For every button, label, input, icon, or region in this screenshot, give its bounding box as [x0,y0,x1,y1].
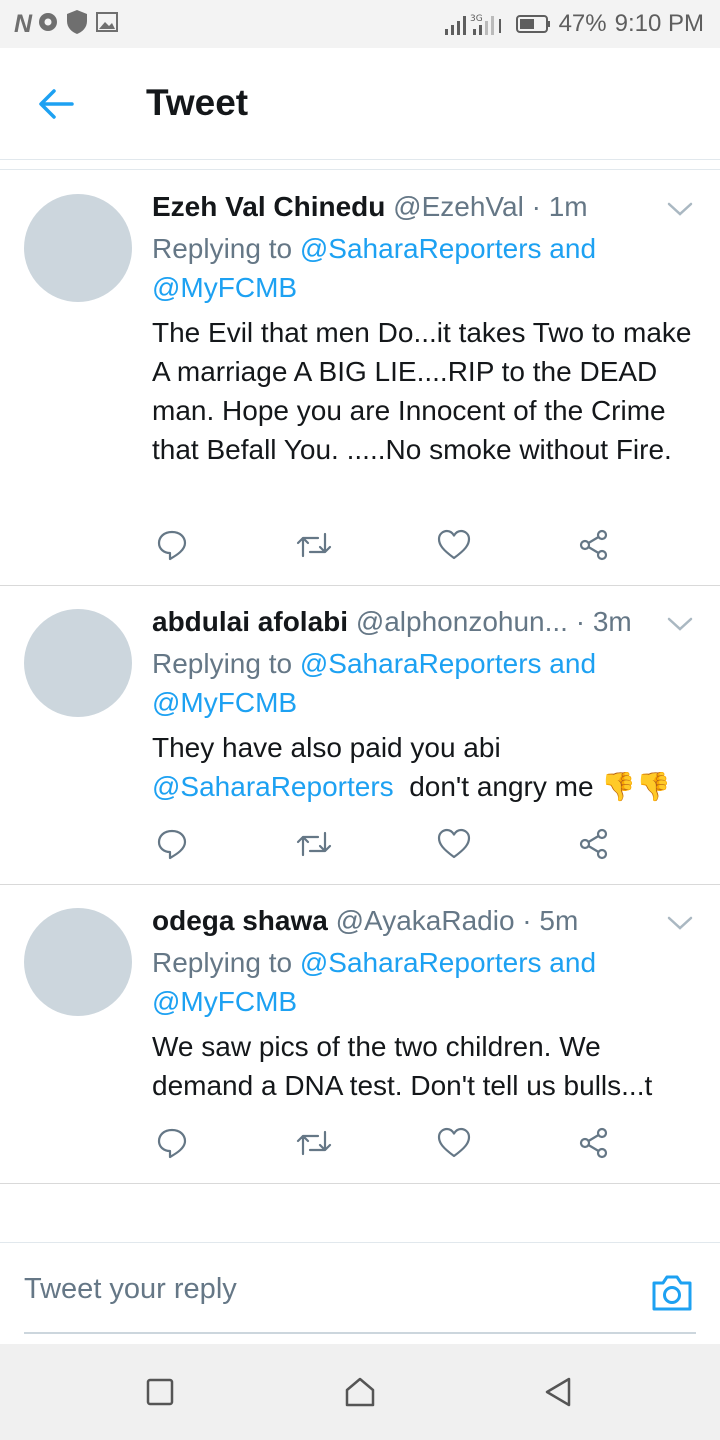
retweet-icon [296,831,332,857]
shield-icon [65,9,89,40]
like-icon [437,529,471,560]
nfc-icon: N [14,9,32,38]
author-handle-time: @EzehVal · 1m [393,191,588,222]
avatar[interactable] [24,908,132,1016]
reply-button[interactable] [152,1123,192,1163]
chevron-down-icon[interactable] [666,913,694,933]
author-handle-time: @alphonzohun... · 3m [355,606,632,637]
reply-icon [157,530,187,561]
chevron-down-icon[interactable] [666,614,694,634]
retweet-icon [296,1130,332,1156]
recents-icon [146,1378,174,1406]
tweet-header: Ezeh Val Chinedu @EzehVal · 1m [152,191,700,223]
reply-input-underline [24,1332,696,1334]
retweet-icon [296,532,332,558]
tweet-actions [152,1123,622,1167]
like-button[interactable] [434,1123,474,1163]
reply-icon [157,1128,187,1159]
app-header: Tweet [0,48,720,160]
back-icon [545,1377,571,1407]
tweet-header: odega shawa @AyakaRadio · 5m [152,905,700,937]
battery-percent: 47% [558,10,607,37]
reply-composer: Tweet your reply [0,1242,720,1344]
chevron-down-icon[interactable] [666,199,694,219]
mention-link[interactable]: @MyFCMB [152,687,297,718]
mention-link[interactable]: @MyFCMB [152,986,297,1017]
mention-link[interactable]: @SaharaReporters [300,947,542,978]
camera-icon [652,1275,692,1311]
share-button[interactable] [574,525,614,565]
reply-button[interactable] [152,824,192,864]
retweet-button[interactable] [294,1123,334,1163]
author-name[interactable]: odega shawa [152,905,328,936]
arrow-left-icon [39,89,74,119]
reply-button[interactable] [152,525,192,565]
header-divider [0,160,720,170]
mention-link[interactable]: @SaharaReporters [300,233,542,264]
home-icon [345,1377,375,1407]
author-name[interactable]: abdulai afolabi [152,606,348,637]
tweet-text: The Evil that men Do...it takes Two to m… [152,317,692,465]
clock: 9:10 PM [614,10,704,37]
retweet-button[interactable] [294,525,334,565]
nav-back-button[interactable] [540,1374,576,1410]
reply-icon [157,829,187,860]
reply-tweet[interactable]: odega shawa @AyakaRadio · 5m Replying to… [0,885,720,1184]
mention-link[interactable]: @SaharaReporters [152,771,394,802]
reply-input[interactable]: Tweet your reply [24,1273,237,1306]
status-bar-right: 3G 47% 9:10 PM [443,9,704,39]
like-icon [437,1127,471,1158]
share-icon [579,828,608,860]
avatar[interactable] [24,194,132,302]
replying-to: Replying to @SaharaReporters and @MyFCMB [152,233,597,303]
network-type-label: 3G [470,14,483,24]
back-button[interactable] [30,82,82,126]
replying-to: Replying to @SaharaReporters and @MyFCMB [152,947,597,1017]
share-icon [579,1127,608,1159]
image-icon [95,10,119,39]
replying-to: Replying to @SaharaReporters and @MyFCMB [152,648,597,718]
recents-button[interactable] [142,1374,178,1410]
author-handle-time: @AyakaRadio · 5m [335,905,579,936]
like-button[interactable] [434,824,474,864]
tweet-actions [152,824,622,868]
reply-tweet[interactable]: Ezeh Val Chinedu @EzehVal · 1m Replying … [0,171,720,586]
retweet-button[interactable] [294,824,334,864]
like-icon [437,828,471,859]
mention-link[interactable]: @SaharaReporters [300,648,542,679]
battery-icon [515,14,551,34]
author-name[interactable]: Ezeh Val Chinedu [152,191,385,222]
share-button[interactable] [574,824,614,864]
mention-link[interactable]: @MyFCMB [152,272,297,303]
status-bar: N 3G 47% 9:10 PM [0,0,720,48]
share-button[interactable] [574,1123,614,1163]
signal-icon: 3G [443,11,507,37]
camera-button[interactable] [650,1273,694,1313]
vpn-icon [37,11,59,38]
status-bar-left: N [14,9,119,39]
tweet-header: abdulai afolabi @alphonzohun... · 3m [152,606,700,638]
tweet-actions [152,525,622,569]
tweet-text: We saw pics of the two children. We dema… [152,1031,653,1101]
home-button[interactable] [342,1374,378,1410]
avatar[interactable] [24,609,132,717]
page-title: Tweet [146,82,249,123]
reply-tweet[interactable]: abdulai afolabi @alphonzohun... · 3m Rep… [0,586,720,885]
share-icon [579,529,608,561]
system-nav-bar [0,1344,720,1440]
tweet-text: They have also paid you abi @SaharaRepor… [152,732,672,802]
like-button[interactable] [434,525,474,565]
